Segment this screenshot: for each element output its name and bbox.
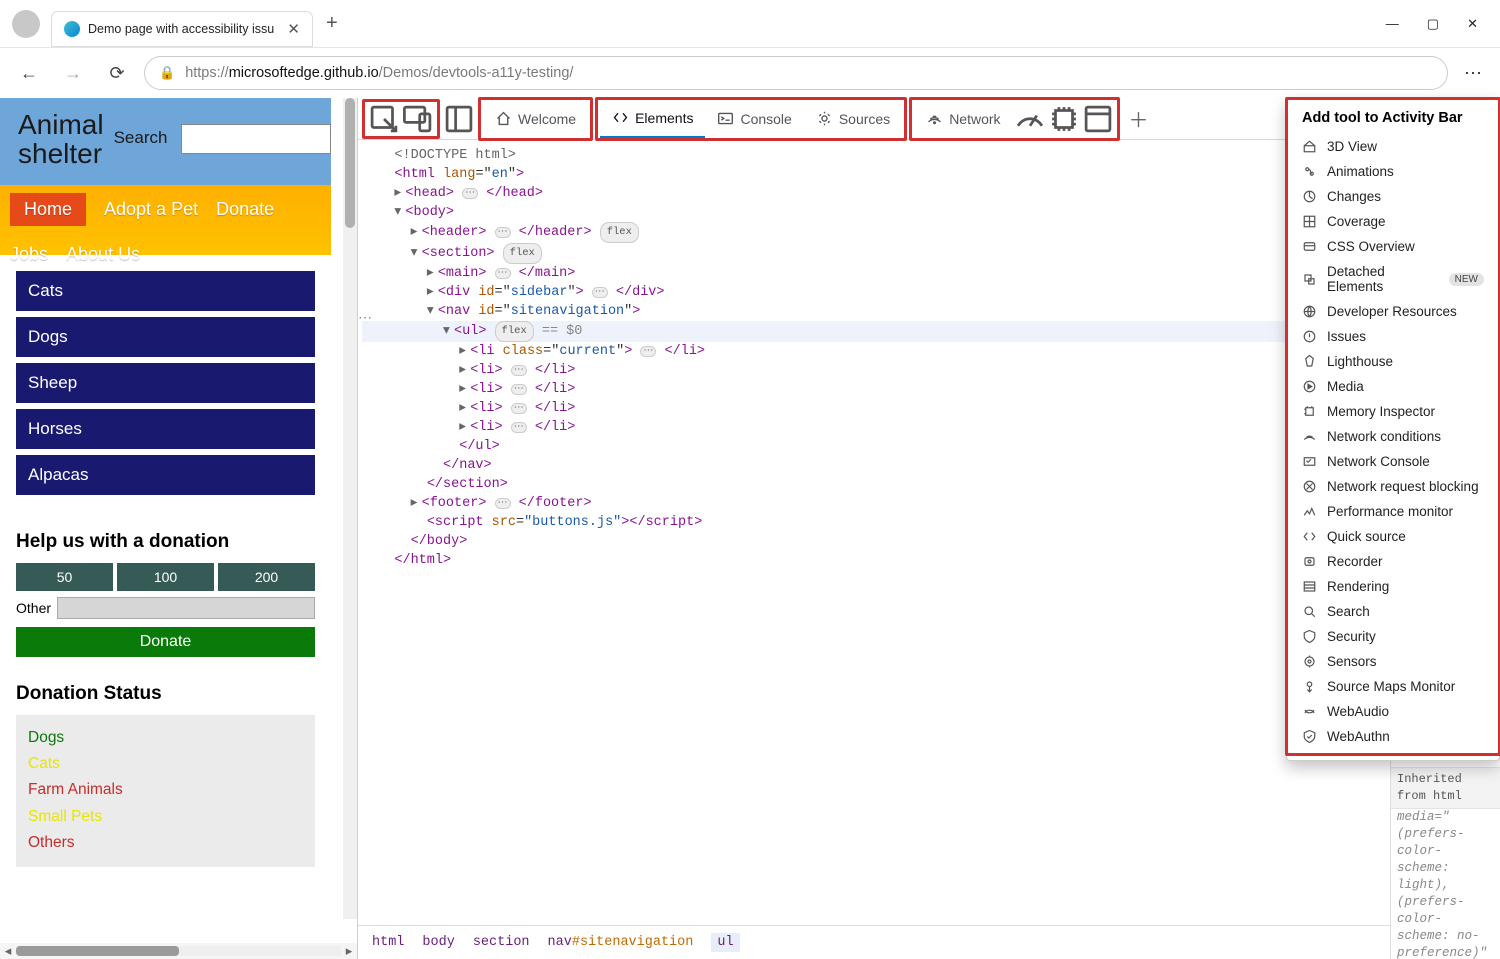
forward-button[interactable]: → (56, 56, 90, 90)
donate-box: Help us with a donation 50100200 Other D… (0, 505, 331, 665)
tab-console[interactable]: Console (705, 100, 803, 138)
window-controls: — ▢ ✕ (1386, 16, 1478, 32)
close-window-icon[interactable]: ✕ (1467, 16, 1478, 32)
tab-elements[interactable]: Elements (600, 100, 705, 138)
dropdown-item[interactable]: Detached ElementsNEW (1288, 259, 1498, 299)
browser-tab[interactable]: Demo page with accessibility issu ✕ (52, 12, 312, 46)
add-tool-dropdown: Add tool to Activity Bar 3D ViewAnimatio… (1286, 98, 1500, 761)
amount-button[interactable]: 100 (117, 563, 214, 591)
hscrollbar[interactable]: ◂▸ (0, 943, 357, 959)
nav-home[interactable]: Home (10, 193, 86, 226)
inspect-icon[interactable] (367, 102, 401, 136)
sidebar-item[interactable]: Cats (16, 271, 315, 311)
nav-about[interactable]: About Us (66, 244, 140, 265)
search-input[interactable] (181, 124, 331, 154)
page-preview: Animalshelter Search Home Adopt a Pet Do… (0, 98, 357, 959)
dropdown-item[interactable]: Network conditions (1288, 424, 1498, 449)
amount-button[interactable]: 50 (16, 563, 113, 591)
maximize-icon[interactable]: ▢ (1427, 16, 1439, 32)
favicon (64, 21, 80, 37)
dropdown-item[interactable]: 3D View (1288, 134, 1498, 159)
breadcrumb[interactable]: htmlbodysectionnav#sitenavigationul (358, 925, 1390, 959)
sidebar-item[interactable]: Horses (16, 409, 315, 449)
tab-title: Demo page with accessibility issu (88, 22, 279, 36)
lock-icon: 🔒 (159, 65, 175, 81)
other-input[interactable] (57, 597, 315, 619)
dropdown-item[interactable]: Performance monitor (1288, 499, 1498, 524)
status-heading: Donation Status (16, 683, 315, 705)
profile-avatar[interactable] (12, 10, 40, 38)
dropdown-item[interactable]: Security (1288, 624, 1498, 649)
devtools-toolbar: Welcome Elements Console Sources Network… (358, 98, 1500, 140)
dropdown-item[interactable]: Coverage (1288, 209, 1498, 234)
dropdown-item[interactable]: Sensors (1288, 649, 1498, 674)
memory-icon[interactable] (1047, 102, 1081, 136)
devtools: Welcome Elements Console Sources Network… (357, 98, 1500, 959)
dropdown-item[interactable]: Lighthouse (1288, 349, 1498, 374)
browser-more-icon[interactable]: ⋯ (1464, 63, 1482, 84)
dropdown-item[interactable]: WebAuthn (1288, 724, 1498, 749)
application-icon[interactable] (1081, 102, 1115, 136)
address-bar: ← → ⟳ 🔒 https://microsoftedge.github.io/… (0, 48, 1500, 98)
search-label: Search (114, 128, 168, 148)
dropdown-item[interactable]: Animations (1288, 159, 1498, 184)
top-nav: Home Adopt a Pet Donate Jobs About Us (0, 185, 331, 255)
dom-tree[interactable]: ⋯ <!DOCTYPE html> <html lang="en"> ▸<hea… (358, 140, 1390, 925)
dropdown-item[interactable]: Quick source (1288, 524, 1498, 549)
vscrollbar[interactable] (343, 98, 357, 919)
new-tab-button[interactable]: + (326, 12, 338, 35)
titlebar: Demo page with accessibility issu ✕ + — … (0, 0, 1500, 48)
url-box[interactable]: 🔒 https://microsoftedge.github.io/Demos/… (144, 56, 1448, 90)
dropdown-item[interactable]: Media (1288, 374, 1498, 399)
dropdown-item[interactable]: Developer Resources (1288, 299, 1498, 324)
nav-adopt[interactable]: Adopt a Pet (104, 199, 198, 220)
minimize-icon[interactable]: — (1386, 16, 1399, 32)
sidebar-item[interactable]: Dogs (16, 317, 315, 357)
reload-button[interactable]: ⟳ (100, 56, 134, 90)
sidebar-item[interactable]: Sheep (16, 363, 315, 403)
site-logo: Animalshelter (18, 110, 104, 169)
performance-icon[interactable] (1013, 102, 1047, 136)
sidebar-item[interactable]: Alpacas (16, 455, 315, 495)
donate-heading: Help us with a donation (16, 531, 315, 553)
tab-welcome[interactable]: Welcome (483, 100, 588, 138)
dropdown-title: Add tool to Activity Bar (1288, 100, 1498, 134)
dropdown-item[interactable]: Search (1288, 599, 1498, 624)
page-banner: Animalshelter Search (0, 98, 331, 185)
dropdown-item[interactable]: CSS Overview (1288, 234, 1498, 259)
back-button[interactable]: ← (12, 56, 46, 90)
tab-network[interactable]: Network (914, 100, 1012, 138)
dropdown-item[interactable]: WebAudio (1288, 699, 1498, 724)
dropdown-item[interactable]: Issues (1288, 324, 1498, 349)
other-label: Other (16, 600, 51, 616)
close-tab-icon[interactable]: ✕ (287, 20, 300, 38)
status-list: DogsCatsFarm AnimalsSmall PetsOthers (16, 715, 315, 867)
nav-donate[interactable]: Donate (216, 199, 274, 220)
dropdown-item[interactable]: Changes (1288, 184, 1498, 209)
amount-button[interactable]: 200 (218, 563, 315, 591)
dropdown-item[interactable]: Memory Inspector (1288, 399, 1498, 424)
dropdown-item[interactable]: Source Maps Monitor (1288, 674, 1498, 699)
device-toggle-icon[interactable] (401, 102, 435, 136)
nav-jobs[interactable]: Jobs (10, 244, 48, 265)
donate-button[interactable]: Donate (16, 627, 315, 657)
dropdown-item[interactable]: Rendering (1288, 574, 1498, 599)
dropdown-item[interactable]: Network request blocking (1288, 474, 1498, 499)
side-nav: Cats Dogs Sheep Horses Alpacas (0, 255, 331, 505)
dropdown-item[interactable]: Network Console (1288, 449, 1498, 474)
dock-icon[interactable] (442, 102, 476, 136)
tab-sources[interactable]: Sources (804, 100, 902, 138)
add-tool-button[interactable]: ＋ (1122, 102, 1156, 136)
dropdown-item[interactable]: Recorder (1288, 549, 1498, 574)
